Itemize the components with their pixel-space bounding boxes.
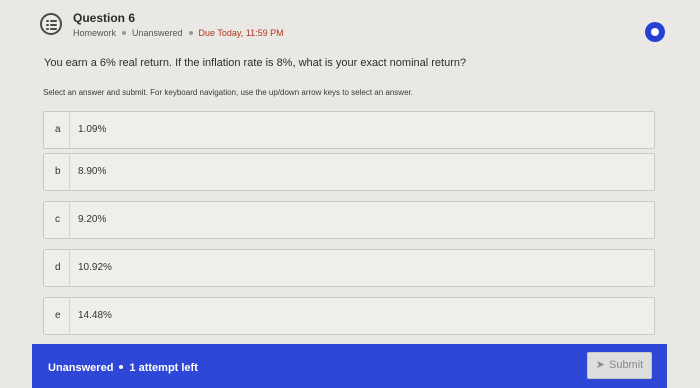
assignment-type: Homework [73,28,117,38]
answer-instructions: Select an answer and submit. For keyboar… [43,88,413,97]
question-meta: Homework Unanswered Due Today, 11:59 PM [73,28,284,38]
meta-separator [122,31,127,36]
submission-status: Unanswered 1 attempt left [48,362,198,374]
bookmark-circle-icon[interactable] [645,22,665,42]
answer-choice-a[interactable]: a 1.09% [43,111,655,149]
answer-status: Unanswered [132,28,183,38]
choice-value: 14.48% [78,310,112,321]
choice-value: 9.20% [78,214,107,225]
paper-plane-icon: ➤ [595,359,605,371]
question-prompt: You earn a 6% real return. If the inflat… [44,57,467,69]
choice-letter: b [55,166,61,177]
due-date: Due Today, 11:59 PM [198,28,284,38]
choice-letter: e [55,310,61,321]
answer-choice-d[interactable]: d 10.92% [43,249,655,287]
choice-divider [69,298,70,334]
meta-separator [188,31,193,36]
attempts-left: 1 attempt left [129,362,198,374]
choice-divider [69,112,70,148]
submission-bar: Unanswered 1 attempt left ➤ Submit [32,344,667,388]
question-header: Question 6 Homework Unanswered Due Today, … [30,10,670,42]
choice-letter: d [55,262,61,273]
choice-divider [69,202,70,238]
submit-button[interactable]: ➤ Submit [587,352,652,379]
choice-letter: c [55,214,60,225]
choice-value: 8.90% [78,166,107,177]
choice-divider [69,154,70,190]
choice-divider [69,250,70,286]
submit-label: Submit [608,359,644,371]
choice-value: 10.92% [78,262,112,273]
status-separator [119,365,124,370]
footer-answer-status: Unanswered [48,362,114,374]
question-title: Question 6 [73,11,136,25]
choice-value: 1.09% [78,124,107,135]
choice-letter: a [55,124,61,135]
multiple-choice-list-icon [40,13,62,35]
answer-choice-e[interactable]: e 14.48% [43,297,655,335]
answer-choice-b[interactable]: b 8.90% [43,153,655,191]
answer-choice-c[interactable]: c 9.20% [43,201,655,239]
